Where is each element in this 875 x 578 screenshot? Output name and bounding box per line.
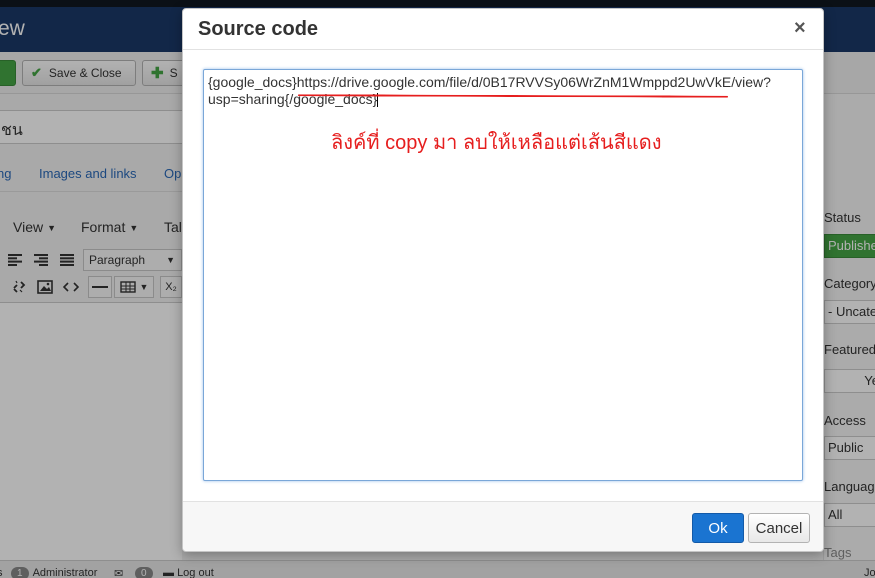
close-icon[interactable]: × bbox=[794, 17, 806, 40]
red-annotation-text: ลิงค์ที่ copy มา ลบให้เหลือแต่เส้นสีแดง bbox=[331, 132, 662, 154]
source-code-dialog: Source code × {google_docs}https://drive… bbox=[182, 8, 824, 552]
ok-button[interactable]: Ok bbox=[692, 513, 744, 543]
code-url: https://drive.google.com/file/d/0B17RVVS… bbox=[296, 74, 771, 90]
dialog-title: Source code bbox=[198, 18, 319, 40]
code-prefix: {google_docs} bbox=[208, 74, 297, 90]
code-suffix: usp=sharing{/google_docs} bbox=[208, 91, 378, 107]
code-line-1: {google_docs}https://drive.google.com/fi… bbox=[208, 74, 798, 91]
dialog-header: Source code × bbox=[183, 9, 823, 50]
dialog-footer: Ok Cancel bbox=[183, 501, 823, 551]
cancel-button[interactable]: Cancel bbox=[748, 513, 810, 543]
code-line-2: usp=sharing{/google_docs} bbox=[208, 91, 798, 108]
